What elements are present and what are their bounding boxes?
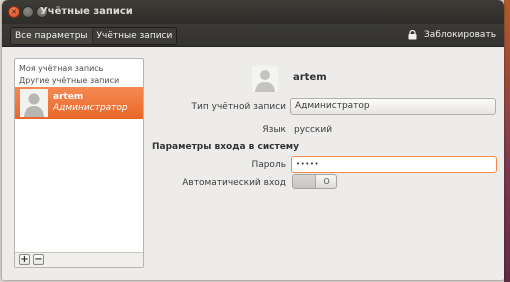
breadcrumb-all-settings[interactable]: Все параметры	[11, 28, 92, 44]
breadcrumb: Все параметры Учётные записи	[10, 27, 178, 45]
account-name: artem	[53, 92, 84, 102]
my-account-header: Моя учётная запись	[19, 64, 104, 73]
lock-label: Заблокировать	[424, 30, 496, 40]
user-avatar-icon	[20, 89, 48, 117]
login-section-heading: Параметры входа в систему	[152, 142, 300, 152]
close-icon: ×	[10, 7, 18, 16]
account-type-label: Тип учётной записи	[191, 102, 286, 112]
username[interactable]: artem	[293, 72, 327, 83]
language-label: Язык	[262, 125, 286, 135]
user-avatar-large-icon[interactable]	[252, 66, 278, 92]
password-field[interactable]: •••••	[291, 156, 497, 173]
switch-handle	[293, 175, 315, 188]
language-value[interactable]: русский	[294, 125, 332, 135]
lock-icon	[408, 30, 417, 40]
close-button[interactable]: ×	[8, 6, 20, 18]
minimize-button[interactable]	[22, 6, 34, 18]
list-toolbar: + −	[15, 252, 143, 267]
breadcrumb-accounts[interactable]: Учётные записи	[91, 28, 177, 44]
password-label: Пароль	[251, 160, 286, 170]
autologin-label: Автоматический вход	[182, 178, 286, 188]
lock-button[interactable]: Заблокировать	[408, 27, 496, 43]
window-title: Учётные записи	[40, 6, 133, 17]
add-user-button[interactable]: +	[19, 254, 30, 265]
accounts-list: Моя учётная запись Другие учётные записи…	[14, 58, 144, 268]
account-row-selected[interactable]: artem Администратор	[15, 87, 143, 119]
titlebar: × Учётные записи	[2, 0, 504, 24]
switch-off-indicator: O	[315, 175, 336, 188]
autologin-switch[interactable]: O	[292, 174, 337, 189]
remove-user-button[interactable]: −	[33, 254, 44, 265]
desktop-background	[504, 0, 510, 282]
accounts-window: × Учётные записи Все параметры Учётные з…	[2, 0, 504, 280]
other-accounts-header: Другие учётные записи	[19, 76, 120, 85]
toolbar: Все параметры Учётные записи Заблокирова…	[2, 24, 504, 47]
account-role: Администратор	[53, 103, 128, 113]
account-type-combo[interactable]: Администратор	[290, 98, 496, 115]
